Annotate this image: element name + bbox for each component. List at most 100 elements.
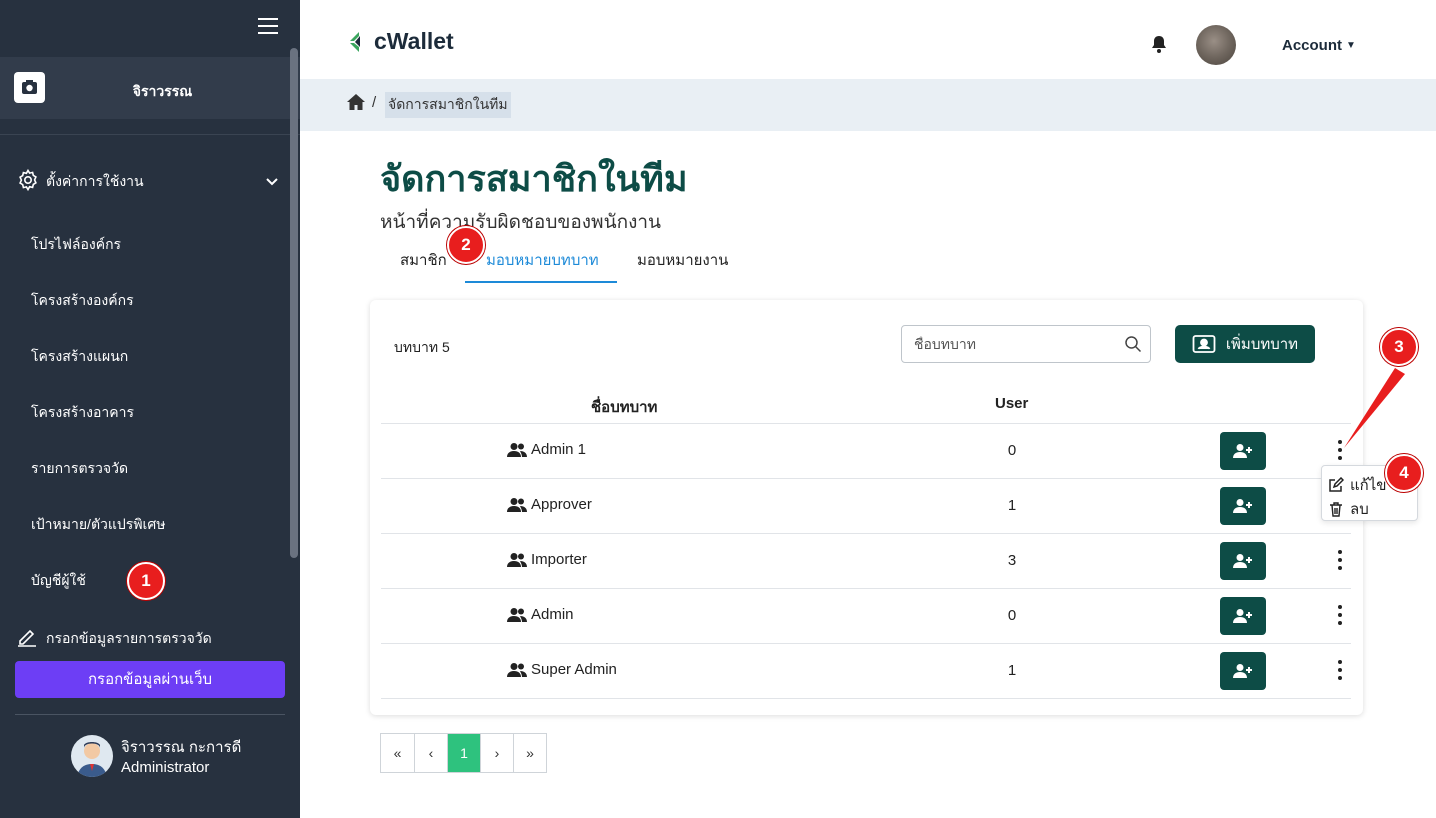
table-divider xyxy=(381,698,1351,699)
table-row: Admin xyxy=(507,606,574,623)
menu-item-delete[interactable]: ลบ xyxy=(1328,497,1369,521)
menu-item-delete-label: ลบ xyxy=(1350,501,1369,518)
breadcrumb-current: จัดการสมาชิกในทีม xyxy=(385,92,511,118)
tab-assign-roles[interactable]: มอบหมายบทบาท xyxy=(486,248,599,272)
page-prev-button[interactable]: ‹ xyxy=(414,734,447,772)
sidebar: จิราวรรณ ตั้งค่าการใช้งาน โปรไฟล์องค์กร … xyxy=(0,0,300,818)
add-user-button[interactable] xyxy=(1220,432,1266,470)
add-role-button[interactable]: เพิ่มบทบาท xyxy=(1175,325,1315,363)
callout-badge: 3 xyxy=(1380,328,1418,366)
sidebar-item-user-accounts[interactable]: บัญชีผู้ใช้ xyxy=(31,570,86,592)
sidebar-item-org-profile[interactable]: โปรไฟล์องค์กร xyxy=(31,234,121,256)
role-name: Super Admin xyxy=(531,661,617,678)
chevron-down-icon xyxy=(264,173,280,194)
add-user-button[interactable] xyxy=(1220,652,1266,690)
user-plus-icon xyxy=(1233,664,1252,678)
role-user-count: 3 xyxy=(1007,552,1017,569)
role-user-count: 1 xyxy=(1007,497,1017,514)
row-actions-kebab-icon[interactable] xyxy=(1334,660,1346,680)
app-logo[interactable]: cWallet xyxy=(348,28,454,55)
sidebar-settings-label: ตั้งค่าการใช้งาน xyxy=(46,173,144,189)
add-user-button[interactable] xyxy=(1220,597,1266,635)
pagination: « ‹ 1 › » xyxy=(380,733,547,773)
add-user-button[interactable] xyxy=(1220,542,1266,580)
page-number-button[interactable]: 1 xyxy=(447,734,480,772)
page-next-button[interactable]: › xyxy=(480,734,513,772)
sidebar-item-org-structure[interactable]: โครงสร้างองค์กร xyxy=(31,290,134,312)
sidebar-item-targets[interactable]: เป้าหมาย/ตัวแปรพิเศษ xyxy=(31,514,165,536)
tab-assign-tasks[interactable]: มอบหมายงาน xyxy=(637,248,728,272)
tab-members[interactable]: สมาชิก xyxy=(400,248,447,272)
callout-badge: 4 xyxy=(1385,454,1423,492)
table-row: Super Admin xyxy=(507,661,617,678)
add-user-button[interactable] xyxy=(1220,487,1266,525)
profile-name: จิราวรรณ กะการดี xyxy=(121,739,242,756)
add-role-label: เพิ่มบทบาท xyxy=(1225,336,1299,353)
home-icon[interactable] xyxy=(346,93,366,116)
role-user-count: 0 xyxy=(1007,442,1017,459)
column-header-user[interactable]: User xyxy=(995,395,1028,412)
table-row: Importer xyxy=(507,551,587,568)
row-actions-kebab-icon[interactable] xyxy=(1334,440,1346,460)
role-user-count: 0 xyxy=(1007,607,1017,624)
id-card-icon xyxy=(1192,335,1216,353)
table-row: Admin 1 xyxy=(507,441,586,458)
table-divider xyxy=(381,533,1351,534)
sidebar-scrollbar[interactable] xyxy=(290,48,298,558)
sidebar-user-block: จิราวรรณ xyxy=(0,57,300,119)
page-subtitle: หน้าที่ความรับผิดชอบของพนักงาน xyxy=(380,212,662,233)
search-icon[interactable] xyxy=(1124,335,1142,358)
sidebar-item-measurement-list[interactable]: รายการตรวจวัด xyxy=(31,458,128,480)
logo-mark-icon xyxy=(350,31,360,52)
role-user-count: 1 xyxy=(1007,662,1017,679)
role-name: Importer xyxy=(531,551,587,568)
sidebar-divider xyxy=(15,714,285,715)
sidebar-divider xyxy=(0,134,300,135)
user-plus-icon xyxy=(1233,554,1252,568)
menu-item-edit-label: แก้ไข xyxy=(1350,477,1387,494)
hamburger-menu-icon[interactable] xyxy=(258,18,278,34)
page-last-button[interactable]: » xyxy=(513,734,546,772)
profile-avatar[interactable] xyxy=(71,735,113,777)
header-avatar[interactable] xyxy=(1196,25,1236,65)
table-row: Approver xyxy=(507,496,592,513)
users-icon xyxy=(507,607,527,622)
users-icon xyxy=(507,552,527,567)
table-divider xyxy=(381,423,1351,424)
profile-role: Administrator xyxy=(121,759,210,776)
gear-icon xyxy=(16,168,40,197)
table-divider xyxy=(381,643,1351,644)
role-search xyxy=(901,325,1151,363)
role-name: Approver xyxy=(531,496,592,513)
edit-icon xyxy=(1329,477,1344,492)
fill-via-web-button[interactable]: กรอกข้อมูลผ่านเว็บ xyxy=(15,661,285,698)
sidebar-fill-label: กรอกข้อมูลรายการตรวจวัด xyxy=(46,629,212,646)
role-name: Admin 1 xyxy=(531,441,587,458)
page-title: จัดการสมาชิกในทีม xyxy=(380,158,688,199)
pencil-icon xyxy=(16,626,38,651)
active-tab-indicator xyxy=(465,281,617,283)
sidebar-item-building-structure[interactable]: โครงสร้างอาคาร xyxy=(31,402,134,424)
account-menu[interactable]: Account ▼ xyxy=(1282,37,1356,54)
user-plus-icon xyxy=(1233,609,1252,623)
user-plus-icon xyxy=(1233,499,1252,513)
sidebar-fill-measurement[interactable]: กรอกข้อมูลรายการตรวจวัด xyxy=(16,626,212,651)
page-first-button[interactable]: « xyxy=(381,734,414,772)
caret-down-icon: ▼ xyxy=(1346,40,1356,51)
role-search-input[interactable] xyxy=(914,336,1114,352)
sidebar-item-department-structure[interactable]: โครงสร้างแผนก xyxy=(31,346,128,368)
sidebar-user-name: จิราวรรณ xyxy=(132,83,193,99)
row-actions-kebab-icon[interactable] xyxy=(1334,550,1346,570)
user-plus-icon xyxy=(1233,444,1252,458)
sidebar-settings-toggle[interactable]: ตั้งค่าการใช้งาน xyxy=(16,168,284,196)
role-count: บทบาท 5 xyxy=(394,339,450,355)
row-actions-kebab-icon[interactable] xyxy=(1334,605,1346,625)
column-header-role-name[interactable]: ชื่อบทบาท xyxy=(591,395,657,419)
menu-item-edit[interactable]: แก้ไข xyxy=(1328,473,1387,497)
logo-text: cWallet xyxy=(374,28,454,54)
callout-badge: 1 xyxy=(127,562,165,600)
role-name: Admin xyxy=(531,606,574,623)
callout-badge: 2 xyxy=(447,226,485,264)
bell-icon[interactable] xyxy=(1151,35,1167,58)
table-divider xyxy=(381,588,1351,589)
